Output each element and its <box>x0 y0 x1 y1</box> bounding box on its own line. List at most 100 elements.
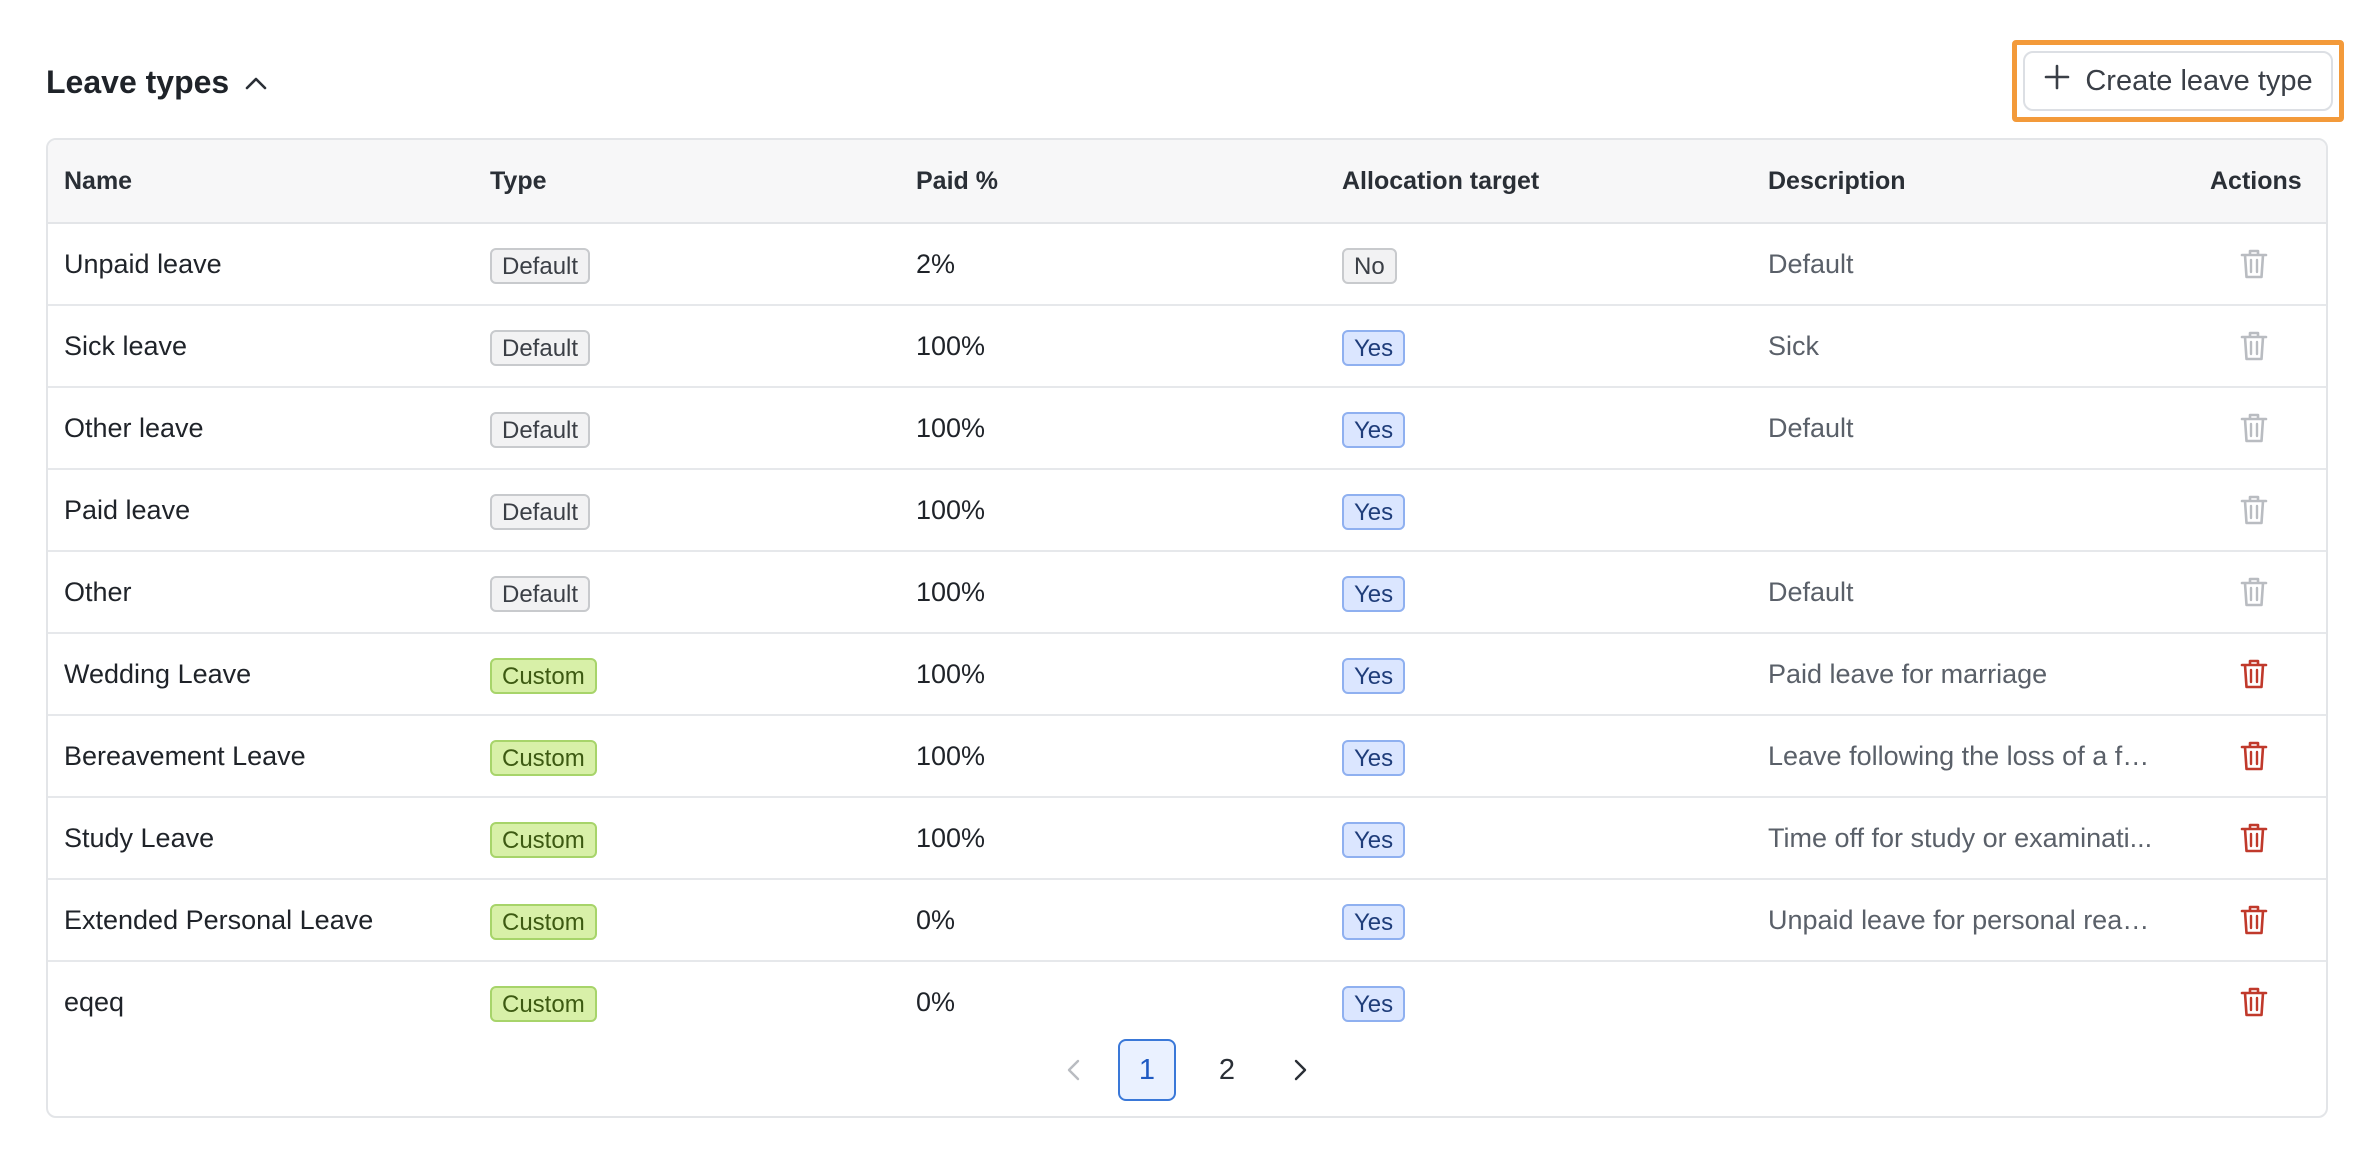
allocation-badge: Yes <box>1342 821 1406 858</box>
description: Sick <box>1768 331 1820 361</box>
trash-icon <box>2236 328 2272 364</box>
table-row[interactable]: Study Leave Custom 100% Yes Time off for stu… <box>48 798 2326 880</box>
leave-name: Sick leave <box>64 331 188 361</box>
type-badge: Default <box>490 575 591 612</box>
type-badge: Custom <box>490 985 597 1022</box>
table-row[interactable]: Paid leave Default 100% Yes <box>48 470 2326 552</box>
plus-icon <box>2043 63 2071 99</box>
type-badge: Custom <box>490 903 597 940</box>
table-header-row: Name Type Paid % Allocation target Descr… <box>48 140 2326 224</box>
leave-name: Wedding Leave <box>64 659 252 689</box>
description <box>1768 470 2158 550</box>
type-badge: Default <box>490 247 591 284</box>
type-badge: Default <box>490 493 591 530</box>
table-body: Unpaid leave Default 2% No Default Sick leave… <box>48 224 2326 1042</box>
trash-icon[interactable] <box>2236 738 2272 774</box>
column-header-allocation: Allocation target <box>1342 167 1540 195</box>
leave-name: Bereavement Leave <box>64 741 306 771</box>
description <box>1768 962 2158 1042</box>
type-cell: Default <box>490 388 591 468</box>
trash-icon <box>2236 492 2272 528</box>
type-badge: Custom <box>490 821 597 858</box>
allocation-badge: Yes <box>1342 903 1406 940</box>
allocation-cell: Yes <box>1342 306 1406 386</box>
trash-icon[interactable] <box>2236 656 2272 692</box>
table-row[interactable]: Extended Personal Leave Custom 0% Yes Unpaid… <box>48 880 2326 962</box>
allocation-badge: Yes <box>1342 985 1406 1022</box>
leave-name: Other <box>64 577 132 607</box>
chevron-up-icon[interactable] <box>243 70 269 96</box>
allocation-cell: Yes <box>1342 880 1406 960</box>
column-header-description: Description <box>1768 167 1906 195</box>
allocation-cell: No <box>1342 224 1397 304</box>
paid-percent: 100% <box>916 495 986 525</box>
allocation-badge: Yes <box>1342 329 1406 366</box>
column-header-type: Type <box>490 167 547 195</box>
allocation-cell: Yes <box>1342 470 1406 550</box>
type-cell: Custom <box>490 962 597 1042</box>
paid-percent: 100% <box>916 413 986 443</box>
description: Default <box>1768 577 1854 607</box>
chevron-left-icon[interactable] <box>1052 1040 1096 1100</box>
trash-icon[interactable] <box>2236 820 2272 856</box>
description: Default <box>1768 413 1854 443</box>
allocation-cell: Yes <box>1342 962 1406 1042</box>
leave-name: Study Leave <box>64 823 215 853</box>
type-cell: Custom <box>490 716 597 796</box>
type-cell: Custom <box>490 634 597 714</box>
type-badge: Custom <box>490 739 597 776</box>
leave-name: eqeq <box>64 987 125 1017</box>
type-cell: Default <box>490 470 591 550</box>
page-title: Leave types <box>46 64 230 100</box>
table-row[interactable]: Unpaid leave Default 2% No Default <box>48 224 2326 306</box>
table-row[interactable]: Other Default 100% Yes Default <box>48 552 2326 634</box>
trash-icon[interactable] <box>2236 902 2272 938</box>
allocation-cell: Yes <box>1342 634 1406 714</box>
page-button-2[interactable]: 2 <box>1198 1039 1256 1101</box>
description: Unpaid leave for personal reas... <box>1768 905 2158 935</box>
paid-percent: 0% <box>916 905 956 935</box>
column-header-actions: Actions <box>2210 167 2302 195</box>
create-leave-type-label: Create leave type <box>2085 64 2313 97</box>
page-button-1[interactable]: 1 <box>1118 1039 1176 1101</box>
trash-icon <box>2236 410 2272 446</box>
leave-name: Paid leave <box>64 495 191 525</box>
type-cell: Custom <box>490 798 597 878</box>
create-button-highlight: Create leave type <box>2012 40 2344 122</box>
trash-icon <box>2236 574 2272 610</box>
paid-percent: 100% <box>916 823 986 853</box>
type-badge: Custom <box>490 657 597 694</box>
type-cell: Default <box>490 552 591 632</box>
paid-percent: 100% <box>916 741 986 771</box>
allocation-badge: Yes <box>1342 739 1406 776</box>
table-row[interactable]: Bereavement Leave Custom 100% Yes Leave foll… <box>48 716 2326 798</box>
allocation-cell: Yes <box>1342 388 1406 468</box>
create-leave-type-button[interactable]: Create leave type <box>2023 51 2333 111</box>
type-cell: Default <box>490 306 591 386</box>
section-title-group[interactable]: Leave types <box>46 64 269 101</box>
allocation-badge: Yes <box>1342 657 1406 694</box>
paid-percent: 0% <box>916 987 956 1017</box>
allocation-cell: Yes <box>1342 552 1406 632</box>
column-header-paid: Paid % <box>916 167 998 195</box>
allocation-cell: Yes <box>1342 716 1406 796</box>
allocation-cell: Yes <box>1342 798 1406 878</box>
paid-percent: 100% <box>916 331 986 361</box>
leave-name: Other leave <box>64 413 204 443</box>
chevron-right-icon[interactable] <box>1278 1040 1322 1100</box>
table-row[interactable]: eqeq Custom 0% Yes <box>48 962 2326 1042</box>
paid-percent: 2% <box>916 249 956 279</box>
table-row[interactable]: Sick leave Default 100% Yes Sick <box>48 306 2326 388</box>
table-row[interactable]: Wedding Leave Custom 100% Yes Paid leave for… <box>48 634 2326 716</box>
allocation-badge: Yes <box>1342 575 1406 612</box>
allocation-badge: No <box>1342 247 1397 284</box>
leave-types-header: Leave types Create leave type <box>46 40 2344 130</box>
trash-icon[interactable] <box>2236 984 2272 1020</box>
description: Time off for study or examinati... <box>1768 823 2153 853</box>
type-cell: Default <box>490 224 591 304</box>
trash-icon <box>2236 246 2272 282</box>
type-badge: Default <box>490 329 591 366</box>
leave-name: Unpaid leave <box>64 249 222 279</box>
table-row[interactable]: Other leave Default 100% Yes Default <box>48 388 2326 470</box>
description: Default <box>1768 249 1854 279</box>
